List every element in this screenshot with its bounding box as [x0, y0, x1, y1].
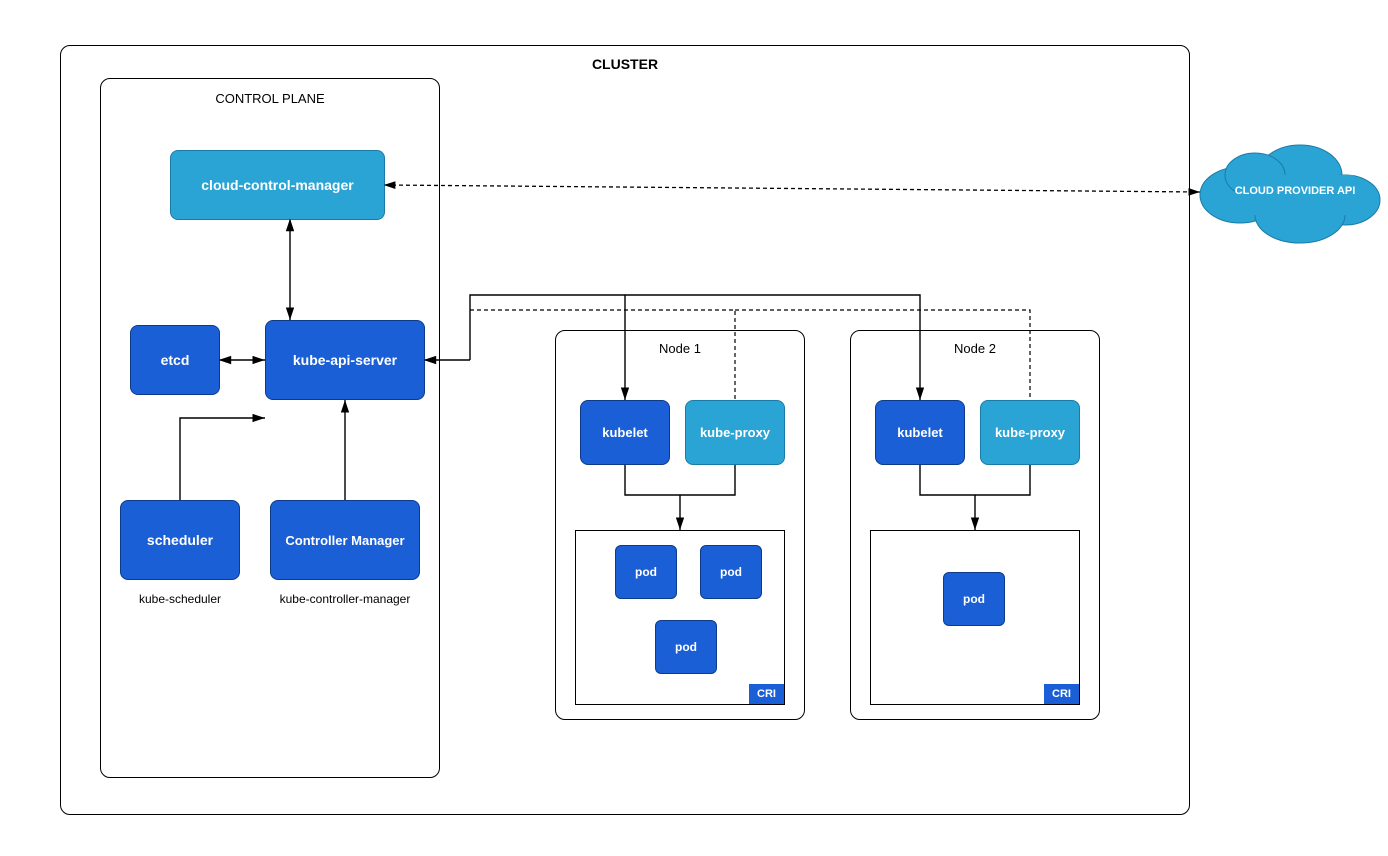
node1-kubelet-box: kubelet	[580, 400, 670, 465]
node2-cri-tag: CRI	[1044, 684, 1079, 704]
node1-pod1: pod	[615, 545, 677, 599]
control-plane-title: CONTROL PLANE	[215, 91, 324, 106]
kube-api-server-box: kube-api-server	[265, 320, 425, 400]
cloud-control-manager-box: cloud-control-manager	[170, 150, 385, 220]
controller-caption: kube-controller-manager	[270, 592, 420, 606]
node1-pod3: pod	[655, 620, 717, 674]
cluster-title: CLUSTER	[592, 56, 658, 72]
scheduler-caption: kube-scheduler	[120, 592, 240, 606]
node2-kubelet-box: kubelet	[875, 400, 965, 465]
etcd-box: etcd	[130, 325, 220, 395]
cloud-provider-label: CLOUD PROVIDER API	[1225, 185, 1365, 197]
node1-title: Node 1	[659, 341, 701, 356]
node2-title: Node 2	[954, 341, 996, 356]
node1-kubeproxy-box: kube-proxy	[685, 400, 785, 465]
controller-manager-box: Controller Manager	[270, 500, 420, 580]
node2-kubeproxy-box: kube-proxy	[980, 400, 1080, 465]
node1-pod2: pod	[700, 545, 762, 599]
node2-pod: pod	[943, 572, 1005, 626]
scheduler-box: scheduler	[120, 500, 240, 580]
node1-cri-tag: CRI	[749, 684, 784, 704]
